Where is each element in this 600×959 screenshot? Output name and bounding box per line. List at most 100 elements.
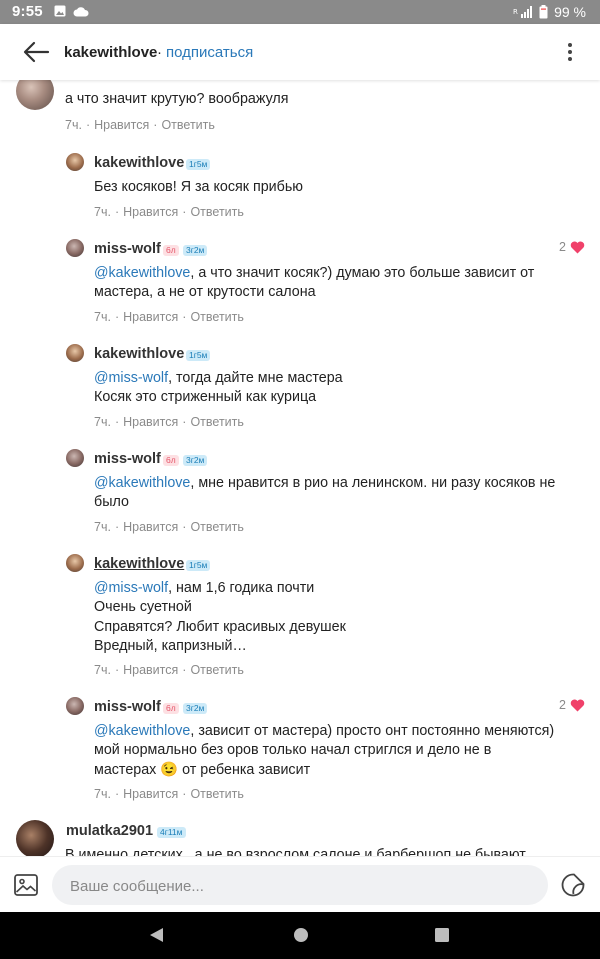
avatar[interactable] xyxy=(66,554,84,572)
comment-username[interactable]: kakewithlove xyxy=(94,556,184,572)
system-nav-bar xyxy=(0,912,600,959)
comment-time: 7ч. xyxy=(65,118,82,132)
comment: mulatka2901 4г11м В именно детских , а н… xyxy=(0,820,600,856)
app-bar: kakewithlove · подписаться xyxy=(0,24,600,80)
reply-button[interactable]: Ответить xyxy=(190,415,243,429)
battery-level: 99 % xyxy=(554,4,586,20)
comment-text: @kakewithlove, зависит от мастера) прост… xyxy=(94,723,555,778)
nav-recents-icon[interactable] xyxy=(433,926,451,944)
comment: miss-wolf 6л 3г2м 2 @kakewithlove, завис… xyxy=(0,696,600,816)
avatar[interactable] xyxy=(66,239,84,257)
like-button[interactable]: Нравится xyxy=(123,520,178,534)
comment-text: а что значит крутую? воображуля xyxy=(65,91,289,107)
age-badge: 6л xyxy=(163,245,179,256)
mention-link[interactable]: @miss-wolf xyxy=(94,580,168,596)
mention-link[interactable]: @kakewithlove xyxy=(94,723,190,739)
reply-button[interactable]: Ответить xyxy=(161,118,214,132)
back-arrow-icon[interactable] xyxy=(22,40,50,64)
age-badge: 6л xyxy=(163,703,179,714)
status-bar: 9:55 R 99 % xyxy=(0,0,600,24)
heart-icon[interactable] xyxy=(570,241,585,254)
comment-text: @kakewithlove, мне нравится в рио на лен… xyxy=(94,475,556,511)
comment-meta: 7ч. · Нравится · Ответить xyxy=(94,205,244,219)
membership-badge: 3г2м xyxy=(183,245,208,256)
reply-button[interactable]: Ответить xyxy=(190,205,243,219)
likes-count: 2 xyxy=(559,698,566,712)
image-icon[interactable] xyxy=(14,874,38,896)
gallery-notification-icon xyxy=(54,5,66,17)
likes-counter[interactable]: 2 xyxy=(559,240,585,254)
avatar[interactable] xyxy=(16,80,54,110)
message-input[interactable] xyxy=(68,865,532,907)
mention-link[interactable]: @kakewithlove xyxy=(94,475,190,491)
reply-button[interactable]: Ответить xyxy=(190,787,243,801)
nav-back-icon[interactable] xyxy=(148,926,166,944)
avatar[interactable] xyxy=(66,697,84,715)
comment-time: 7ч. xyxy=(94,663,111,677)
comment-text: @miss-wolf, нам 1,6 годика почти Очень с… xyxy=(94,580,346,655)
comment-username[interactable]: kakewithlove xyxy=(94,155,184,171)
comment-text: В именно детских , а не во взрослом сало… xyxy=(65,847,526,856)
message-input-wrap xyxy=(52,865,548,907)
comment-time: 7ч. xyxy=(94,415,111,429)
comment-time: 7ч. xyxy=(94,310,111,324)
comment-meta: 7ч. · Нравится · Ответить xyxy=(65,118,215,132)
comment-username[interactable]: miss-wolf xyxy=(94,451,161,467)
comment-text: @kakewithlove, а что значит косяк?) дума… xyxy=(94,265,535,301)
reply-button[interactable]: Ответить xyxy=(190,663,243,677)
nav-home-icon[interactable] xyxy=(292,926,310,944)
avatar[interactable] xyxy=(66,344,84,362)
more-vert-icon[interactable] xyxy=(566,40,574,64)
membership-badge: 1г5м xyxy=(186,159,211,170)
like-button[interactable]: Нравится xyxy=(123,205,178,219)
heart-icon[interactable] xyxy=(570,699,585,712)
title-separator: · xyxy=(157,44,162,61)
mention-link[interactable]: @kakewithlove xyxy=(94,265,190,281)
avatar[interactable] xyxy=(16,820,54,856)
comment-username[interactable]: miss-wolf xyxy=(94,241,161,257)
like-button[interactable]: Нравится xyxy=(123,310,178,324)
comment-time: 7ч. xyxy=(94,520,111,534)
avatar[interactable] xyxy=(66,153,84,171)
age-badge: 6л xyxy=(163,455,179,466)
likes-counter[interactable]: 2 xyxy=(559,698,585,712)
comment-username[interactable]: miss-wolf xyxy=(66,80,133,82)
membership-badge: 3г2м xyxy=(183,703,208,714)
reply-button[interactable]: Ответить xyxy=(190,310,243,324)
likes-count: 2 xyxy=(559,240,566,254)
comment-meta: 7ч. · Нравится · Ответить xyxy=(94,310,244,324)
comment-time: 7ч. xyxy=(94,205,111,219)
mention-link[interactable]: @miss-wolf xyxy=(94,370,168,386)
like-button[interactable]: Нравится xyxy=(123,415,178,429)
avatar[interactable] xyxy=(66,449,84,467)
message-composer xyxy=(0,856,600,913)
comment-text: Без косяков! Я за косяк прибью xyxy=(94,179,304,195)
comment-username[interactable]: miss-wolf xyxy=(94,699,161,715)
comment-time: 7ч. xyxy=(94,787,111,801)
comment: kakewithlove 1г5м @miss-wolf, тогда дайт… xyxy=(0,343,600,443)
comments-feed[interactable]: miss-wolf а что значит крутую? воображул… xyxy=(0,80,600,856)
comment-username[interactable]: mulatka2901 xyxy=(66,823,153,839)
comment-meta: 7ч. · Нравится · Ответить xyxy=(94,520,244,534)
wink-emoji-icon: 😉 xyxy=(160,761,179,778)
reply-button[interactable]: Ответить xyxy=(190,520,243,534)
comment-username[interactable]: kakewithlove xyxy=(94,346,184,362)
like-button[interactable]: Нравится xyxy=(94,118,149,132)
cloud-icon xyxy=(73,6,89,16)
svg-text:R: R xyxy=(513,8,518,16)
comment: miss-wolf 6л 3г2м 2 @kakewithlove, а что… xyxy=(0,238,600,338)
membership-badge: 1г5м xyxy=(186,350,211,361)
comment-meta: 7ч. · Нравится · Ответить xyxy=(94,415,244,429)
signal-icon: R xyxy=(513,6,533,18)
sticker-icon[interactable] xyxy=(561,873,585,897)
comment: kakewithlove 1г5м @miss-wolf, нам 1,6 го… xyxy=(0,553,600,693)
subscribe-link[interactable]: подписаться xyxy=(166,44,253,61)
like-button[interactable]: Нравится xyxy=(123,663,178,677)
status-time: 9:55 xyxy=(12,3,43,20)
membership-badge: 4г11м xyxy=(157,827,186,838)
like-button[interactable]: Нравится xyxy=(123,787,178,801)
comment: miss-wolf 6л 3г2м @kakewithlove, мне нра… xyxy=(0,448,600,548)
page-title[interactable]: kakewithlove xyxy=(64,44,157,61)
battery-icon xyxy=(539,5,548,19)
comment-text: @miss-wolf, тогда дайте мне мастера Кося… xyxy=(94,370,343,406)
